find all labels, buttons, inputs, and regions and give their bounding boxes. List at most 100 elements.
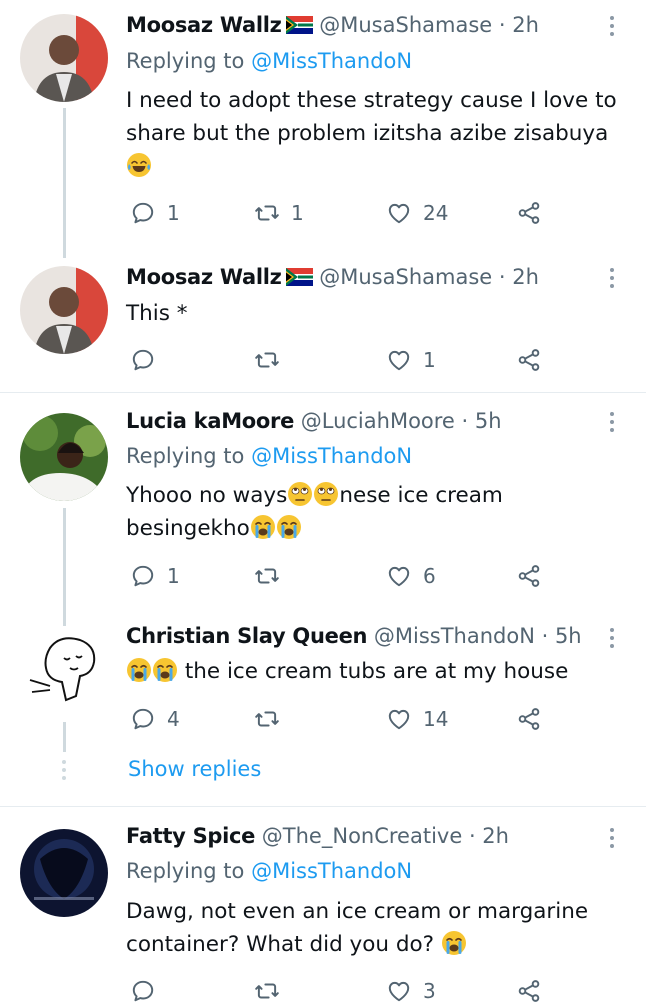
share-icon bbox=[516, 200, 542, 226]
share-button[interactable] bbox=[516, 345, 542, 375]
heart-icon bbox=[386, 200, 412, 226]
divider bbox=[0, 806, 646, 807]
crying-emoji-icon bbox=[250, 514, 276, 540]
south-africa-flag-icon bbox=[286, 268, 313, 286]
tweet-text-part: nese ice cream bbox=[339, 483, 503, 508]
author-handle[interactable]: @The_NonCreative bbox=[262, 824, 462, 848]
more-options-icon[interactable] bbox=[606, 626, 618, 650]
author-handle[interactable]: @LuciahMoore bbox=[301, 409, 455, 433]
like-button[interactable]: 1 bbox=[386, 345, 436, 375]
show-replies-link[interactable]: Show replies bbox=[128, 757, 261, 781]
like-count: 6 bbox=[423, 564, 436, 588]
avatar[interactable] bbox=[20, 829, 108, 917]
tweet-text: I need to adopt these strategy cause I l… bbox=[126, 84, 626, 183]
tweet-text: the ice cream tubs are at my house bbox=[126, 655, 626, 688]
share-button[interactable] bbox=[516, 976, 542, 1006]
avatar[interactable] bbox=[20, 14, 108, 102]
author-name[interactable]: Lucia kaMoore bbox=[126, 409, 294, 433]
eye-roll-emoji-icon bbox=[287, 481, 313, 507]
timestamp[interactable]: · 5h bbox=[542, 624, 582, 648]
tweet-text-content: Dawg, not even an ice cream or margarine… bbox=[126, 899, 589, 957]
author-handle[interactable]: @MusaShamase bbox=[319, 13, 492, 37]
action-bar: 1 bbox=[126, 345, 556, 375]
retweet-button[interactable] bbox=[254, 976, 280, 1006]
retweet-button[interactable]: 1 bbox=[254, 198, 304, 228]
action-bar: 3 bbox=[126, 976, 556, 1006]
share-button[interactable] bbox=[516, 561, 542, 591]
author-handle[interactable]: @MissThandoN bbox=[374, 624, 535, 648]
timestamp[interactable]: · 2h bbox=[469, 824, 509, 848]
laughing-tears-emoji-icon bbox=[126, 152, 152, 178]
retweet-button[interactable] bbox=[254, 345, 280, 375]
share-icon bbox=[516, 347, 542, 373]
share-button[interactable] bbox=[516, 704, 542, 734]
heart-icon bbox=[386, 563, 412, 589]
reply-icon bbox=[130, 978, 156, 1004]
avatar[interactable] bbox=[20, 266, 108, 354]
timestamp[interactable]: · 5h bbox=[462, 409, 502, 433]
like-button[interactable]: 14 bbox=[386, 704, 448, 734]
replying-to-link[interactable]: @MissThandoN bbox=[251, 49, 412, 73]
south-africa-flag-icon bbox=[286, 16, 313, 34]
reply-count: 1 bbox=[167, 564, 180, 588]
reply-count: 1 bbox=[167, 201, 180, 225]
reply-button[interactable]: 4 bbox=[130, 704, 180, 734]
author-name[interactable]: Moosaz Wallz bbox=[126, 13, 282, 37]
thread-line bbox=[63, 108, 66, 258]
replying-to-link[interactable]: @MissThandoN bbox=[251, 859, 412, 883]
replying-to-link[interactable]: @MissThandoN bbox=[251, 444, 412, 468]
timestamp[interactable]: · 2h bbox=[499, 265, 539, 289]
reply-button[interactable] bbox=[130, 976, 156, 1006]
tweet-text-content: I need to adopt these strategy cause I l… bbox=[126, 88, 617, 146]
author-name[interactable]: Fatty Spice bbox=[126, 824, 255, 848]
retweet-button[interactable] bbox=[254, 704, 280, 734]
reply-icon bbox=[130, 200, 156, 226]
reply-icon bbox=[130, 706, 156, 732]
eye-roll-emoji-icon bbox=[313, 481, 339, 507]
like-button[interactable]: 3 bbox=[386, 976, 436, 1006]
crying-emoji-icon bbox=[126, 657, 152, 683]
retweet-icon bbox=[254, 347, 280, 373]
share-button[interactable] bbox=[516, 198, 542, 228]
reply-button[interactable] bbox=[130, 345, 156, 375]
tweet-text-content: the ice cream tubs are at my house bbox=[184, 659, 569, 684]
timestamp[interactable]: · 2h bbox=[499, 13, 539, 37]
retweet-icon bbox=[254, 978, 280, 1004]
more-options-icon[interactable] bbox=[606, 826, 618, 850]
author-handle[interactable]: @MusaShamase bbox=[319, 265, 492, 289]
retweet-count: 1 bbox=[291, 201, 304, 225]
thread-continuation-dots bbox=[62, 760, 67, 784]
like-count: 1 bbox=[423, 348, 436, 372]
avatar[interactable] bbox=[20, 630, 108, 718]
divider bbox=[0, 392, 646, 393]
retweet-button[interactable] bbox=[254, 561, 280, 591]
like-button[interactable]: 6 bbox=[386, 561, 436, 591]
share-icon bbox=[516, 706, 542, 732]
retweet-icon bbox=[254, 563, 280, 589]
author-name[interactable]: Christian Slay Queen bbox=[126, 624, 367, 648]
replying-to-label: Replying to bbox=[126, 49, 252, 73]
tweet-text-part: besingekho bbox=[126, 516, 250, 541]
avatar[interactable] bbox=[20, 413, 108, 501]
author-name[interactable]: Moosaz Wallz bbox=[126, 265, 282, 289]
reply-icon bbox=[130, 347, 156, 373]
action-bar: 1 6 bbox=[126, 561, 556, 591]
tweet-text: Dawg, not even an ice cream or margarine… bbox=[126, 895, 626, 961]
reply-button[interactable]: 1 bbox=[130, 198, 180, 228]
replying-to-label: Replying to bbox=[126, 859, 252, 883]
share-icon bbox=[516, 563, 542, 589]
reply-count: 4 bbox=[167, 707, 180, 731]
more-options-icon[interactable] bbox=[606, 14, 618, 38]
tweet-text: Yhooo no ways nese ice cream besingekho bbox=[126, 479, 626, 545]
more-options-icon[interactable] bbox=[606, 410, 618, 434]
replying-to-label: Replying to bbox=[126, 444, 252, 468]
like-count: 24 bbox=[423, 201, 449, 225]
share-icon bbox=[516, 978, 542, 1004]
action-bar: 4 14 bbox=[126, 704, 556, 734]
reply-button[interactable]: 1 bbox=[130, 561, 180, 591]
heart-icon bbox=[386, 706, 412, 732]
thread-line bbox=[63, 722, 66, 752]
like-button[interactable]: 24 bbox=[386, 198, 448, 228]
retweet-icon bbox=[254, 706, 280, 732]
more-options-icon[interactable] bbox=[606, 266, 618, 290]
